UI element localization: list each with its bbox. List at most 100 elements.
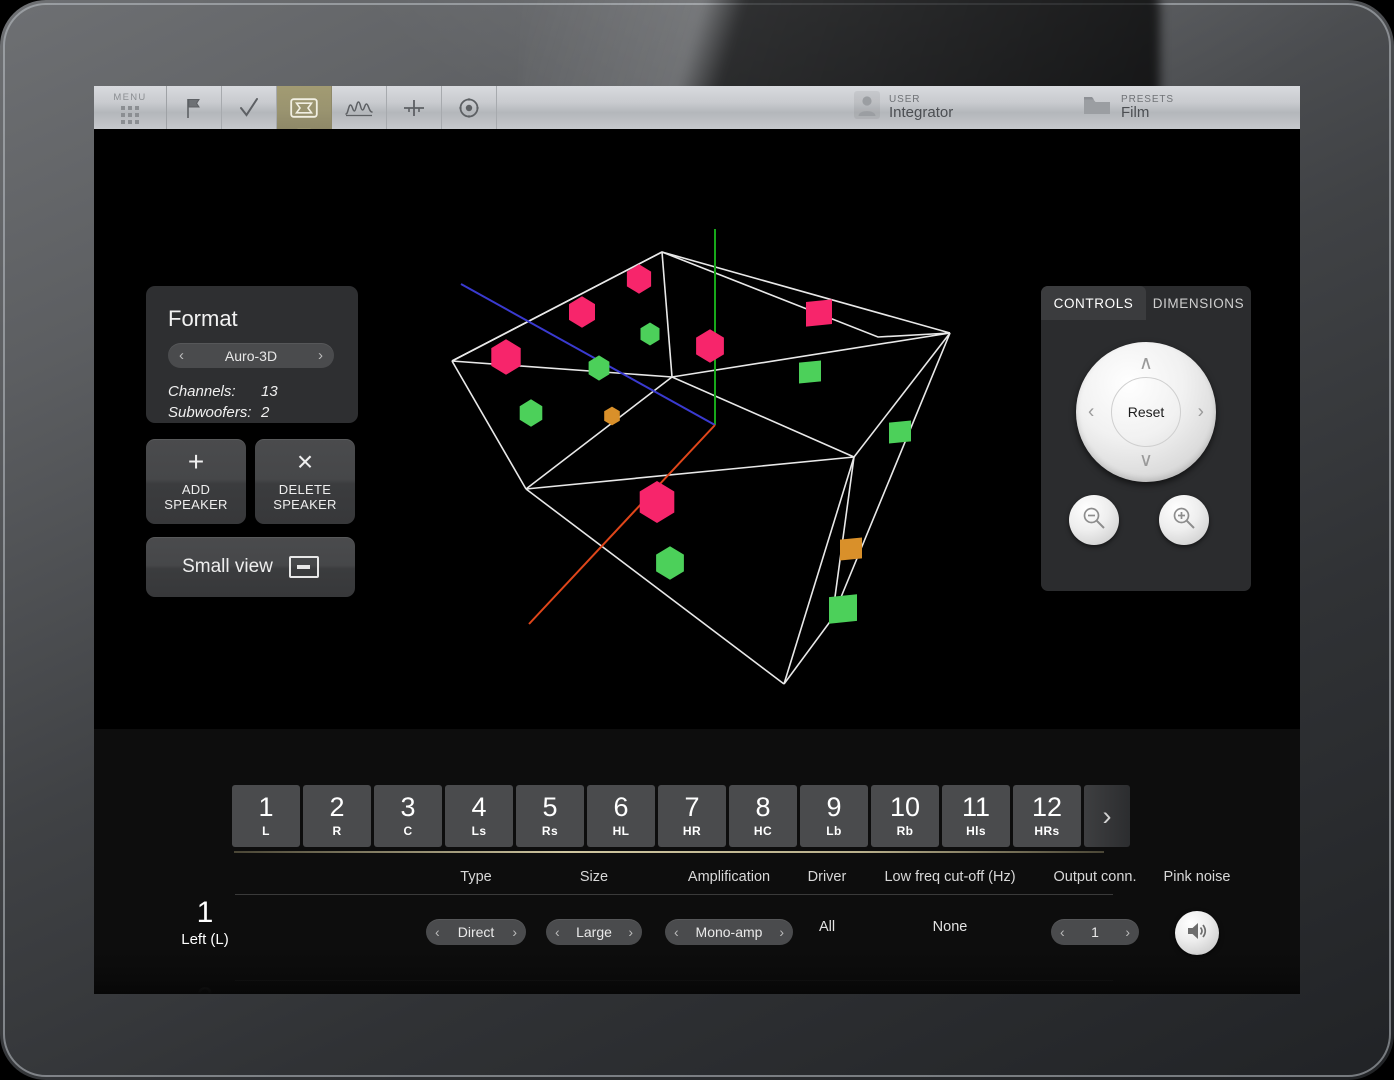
channel-tab-c[interactable]: 3C bbox=[374, 785, 442, 847]
table-row[interactable]: 2Right (R)‹Direct›‹Large›‹Mono-amp›AllNo… bbox=[94, 983, 1300, 994]
column-header-driver: Driver bbox=[808, 869, 847, 885]
speaker-marker[interactable] bbox=[829, 594, 857, 623]
zoom-out-button[interactable] bbox=[1069, 495, 1119, 545]
prev-arrow[interactable]: ‹ bbox=[555, 924, 560, 940]
channel-tab-name: HL bbox=[613, 824, 630, 838]
next-arrow[interactable]: › bbox=[628, 924, 633, 940]
next-arrow[interactable]: › bbox=[512, 924, 517, 940]
row-channel-name: Left (L) bbox=[136, 931, 274, 948]
speaker-marker[interactable] bbox=[589, 355, 610, 380]
speaker-marker[interactable] bbox=[806, 299, 832, 326]
menu-label: MENU bbox=[113, 92, 146, 103]
channel-tab-ls[interactable]: 4Ls bbox=[445, 785, 513, 847]
speaker-marker[interactable] bbox=[889, 420, 911, 443]
format-next-arrow[interactable]: › bbox=[318, 347, 323, 364]
next-channels-button[interactable]: › bbox=[1084, 785, 1130, 847]
tablet-screen: MENU bbox=[94, 86, 1300, 994]
next-arrow[interactable]: › bbox=[779, 924, 784, 940]
prev-arrow[interactable]: ‹ bbox=[435, 924, 440, 940]
column-header-type: Type bbox=[460, 869, 491, 885]
presets-value: Film bbox=[1121, 105, 1174, 122]
format-value: Auro-3D bbox=[225, 348, 277, 364]
speaker-marker[interactable] bbox=[491, 339, 520, 375]
delete-speaker-label-1: DELETE bbox=[273, 482, 337, 497]
channel-tab-l[interactable]: 1L bbox=[232, 785, 300, 847]
subwoofers-stat: Subwoofers:2 bbox=[168, 404, 269, 421]
channel-tab-rb[interactable]: 10Rb bbox=[871, 785, 939, 847]
reset-button[interactable]: Reset bbox=[1111, 377, 1181, 447]
user-info-button[interactable]: USER Integrator bbox=[844, 86, 1072, 129]
channel-tab-hr[interactable]: 7HR bbox=[658, 785, 726, 847]
amplification-selector[interactable]: ‹Mono-amp› bbox=[665, 919, 793, 945]
small-view-icon bbox=[289, 556, 319, 578]
tab-dimensions[interactable]: DIMENSIONS bbox=[1146, 286, 1251, 320]
waveform-graph-icon-button[interactable] bbox=[332, 86, 387, 129]
size-selector[interactable]: ‹ Large › bbox=[546, 919, 642, 945]
delete-speaker-button[interactable]: × DELETE SPEAKER bbox=[255, 439, 355, 524]
channel-tab-lb[interactable]: 9Lb bbox=[800, 785, 868, 847]
user-avatar-icon bbox=[854, 91, 880, 124]
speaker-icon bbox=[1186, 921, 1208, 946]
channel-tab-number: 1 bbox=[258, 794, 273, 821]
navigation-dpad[interactable]: ∧ ∨ ‹ › Reset bbox=[1076, 342, 1216, 482]
speaker-marker[interactable] bbox=[569, 296, 595, 328]
speaker-marker[interactable] bbox=[604, 407, 620, 426]
checkmark-icon-button[interactable] bbox=[222, 86, 277, 129]
channel-tab-number: 9 bbox=[826, 794, 841, 821]
speaker-marker[interactable] bbox=[641, 323, 660, 346]
channel-tab-hc[interactable]: 8HC bbox=[729, 785, 797, 847]
flag-icon-button[interactable] bbox=[167, 86, 222, 129]
format-selector[interactable]: ‹ Auro-3D › bbox=[168, 343, 334, 368]
channel-tab-hl[interactable]: 6HL bbox=[587, 785, 655, 847]
speaker-marker[interactable] bbox=[696, 329, 724, 363]
target-circle-icon-button[interactable] bbox=[442, 86, 497, 129]
dpad-right-icon[interactable]: › bbox=[1198, 403, 1204, 422]
add-speaker-button[interactable]: + ADD SPEAKER bbox=[146, 439, 246, 524]
column-header-pink-noise: Pink noise bbox=[1164, 869, 1231, 885]
channel-tab-r[interactable]: 2R bbox=[303, 785, 371, 847]
channel-tab-hls[interactable]: 11Hls bbox=[942, 785, 1010, 847]
output-conn-stepper[interactable]: ‹1› bbox=[1051, 919, 1139, 945]
crosshair-icon-button[interactable] bbox=[387, 86, 442, 129]
next-arrow[interactable]: › bbox=[1125, 924, 1130, 940]
room-3d-view[interactable] bbox=[434, 229, 974, 699]
channel-tab-rs[interactable]: 5Rs bbox=[516, 785, 584, 847]
menu-button[interactable]: MENU bbox=[94, 86, 167, 129]
user-caption: USER bbox=[889, 94, 953, 105]
table-row[interactable]: 1Left (L)‹Direct›‹Large›‹Mono-amp›AllNon… bbox=[94, 897, 1300, 980]
column-header-amplification: Amplification bbox=[688, 869, 770, 885]
format-prev-arrow[interactable]: ‹ bbox=[179, 347, 184, 364]
size-selector-value: Large bbox=[576, 924, 612, 940]
speaker-marker[interactable] bbox=[799, 360, 821, 383]
column-header-output-conn: Output conn. bbox=[1053, 869, 1136, 885]
pink-noise-button[interactable] bbox=[1175, 911, 1219, 955]
type-selector[interactable]: ‹Direct› bbox=[426, 919, 526, 945]
table-cell: ‹Mono-amp› bbox=[665, 919, 793, 945]
presets-info-button[interactable]: PRESETS Film bbox=[1072, 86, 1300, 129]
prev-arrow[interactable]: ‹ bbox=[1060, 924, 1065, 940]
tab-controls[interactable]: CONTROLS bbox=[1041, 286, 1146, 320]
dpad-left-icon[interactable]: ‹ bbox=[1088, 403, 1094, 422]
speaker-marker[interactable] bbox=[656, 546, 684, 580]
channel-tab-name: L bbox=[262, 824, 270, 838]
channel-tab-number: 5 bbox=[542, 794, 557, 821]
dpad-down-icon[interactable]: ∨ bbox=[1139, 451, 1153, 470]
speaker-marker[interactable] bbox=[520, 399, 543, 426]
prev-arrow[interactable]: ‹ bbox=[674, 924, 679, 940]
presets-caption: PRESETS bbox=[1121, 94, 1174, 105]
dpad-up-icon[interactable]: ∧ bbox=[1139, 354, 1153, 373]
channel-tab-strip[interactable]: 1L2R3C4Ls5Rs6HL7HR8HC9Lb10Rb11Hls12HRs› bbox=[232, 785, 1130, 847]
channel-tab-number: 3 bbox=[400, 794, 415, 821]
controls-tabs: CONTROLS DIMENSIONS bbox=[1041, 286, 1251, 320]
zoom-in-button[interactable] bbox=[1159, 495, 1209, 545]
speaker-marker[interactable] bbox=[840, 537, 862, 560]
channel-tab-number: 7 bbox=[684, 794, 699, 821]
channel-tab-name: Ls bbox=[472, 824, 487, 838]
room-speaker-icon-button[interactable] bbox=[277, 86, 332, 129]
small-view-button[interactable]: Small view bbox=[146, 537, 355, 597]
speaker-markers[interactable] bbox=[491, 264, 911, 623]
zoom-in-icon bbox=[1171, 505, 1197, 536]
room-speaker-icon bbox=[290, 97, 318, 119]
speaker-marker[interactable] bbox=[640, 481, 675, 523]
channel-tab-hrs[interactable]: 12HRs bbox=[1013, 785, 1081, 847]
